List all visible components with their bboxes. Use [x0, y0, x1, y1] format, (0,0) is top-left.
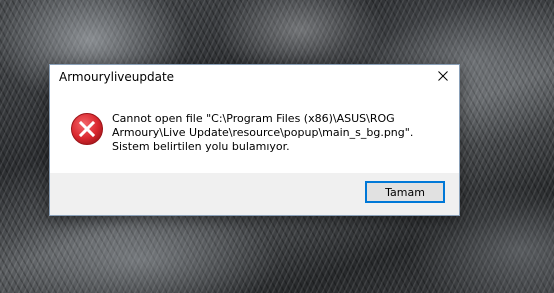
- close-button[interactable]: [427, 65, 459, 87]
- dialog-titlebar[interactable]: Armouryliveupdate: [50, 65, 459, 87]
- dialog-title: Armouryliveupdate: [59, 70, 175, 84]
- error-dialog: Armouryliveupdate Cannot open file "C:\P…: [49, 64, 460, 216]
- dialog-content: Cannot open file "C:\Program Files (x86)…: [50, 87, 459, 175]
- error-icon: [71, 113, 103, 145]
- error-message: Cannot open file "C:\Program Files (x86)…: [112, 112, 414, 153]
- dialog-footer: Tamam: [50, 173, 459, 215]
- ok-button[interactable]: Tamam: [365, 181, 445, 203]
- close-icon: [438, 71, 448, 81]
